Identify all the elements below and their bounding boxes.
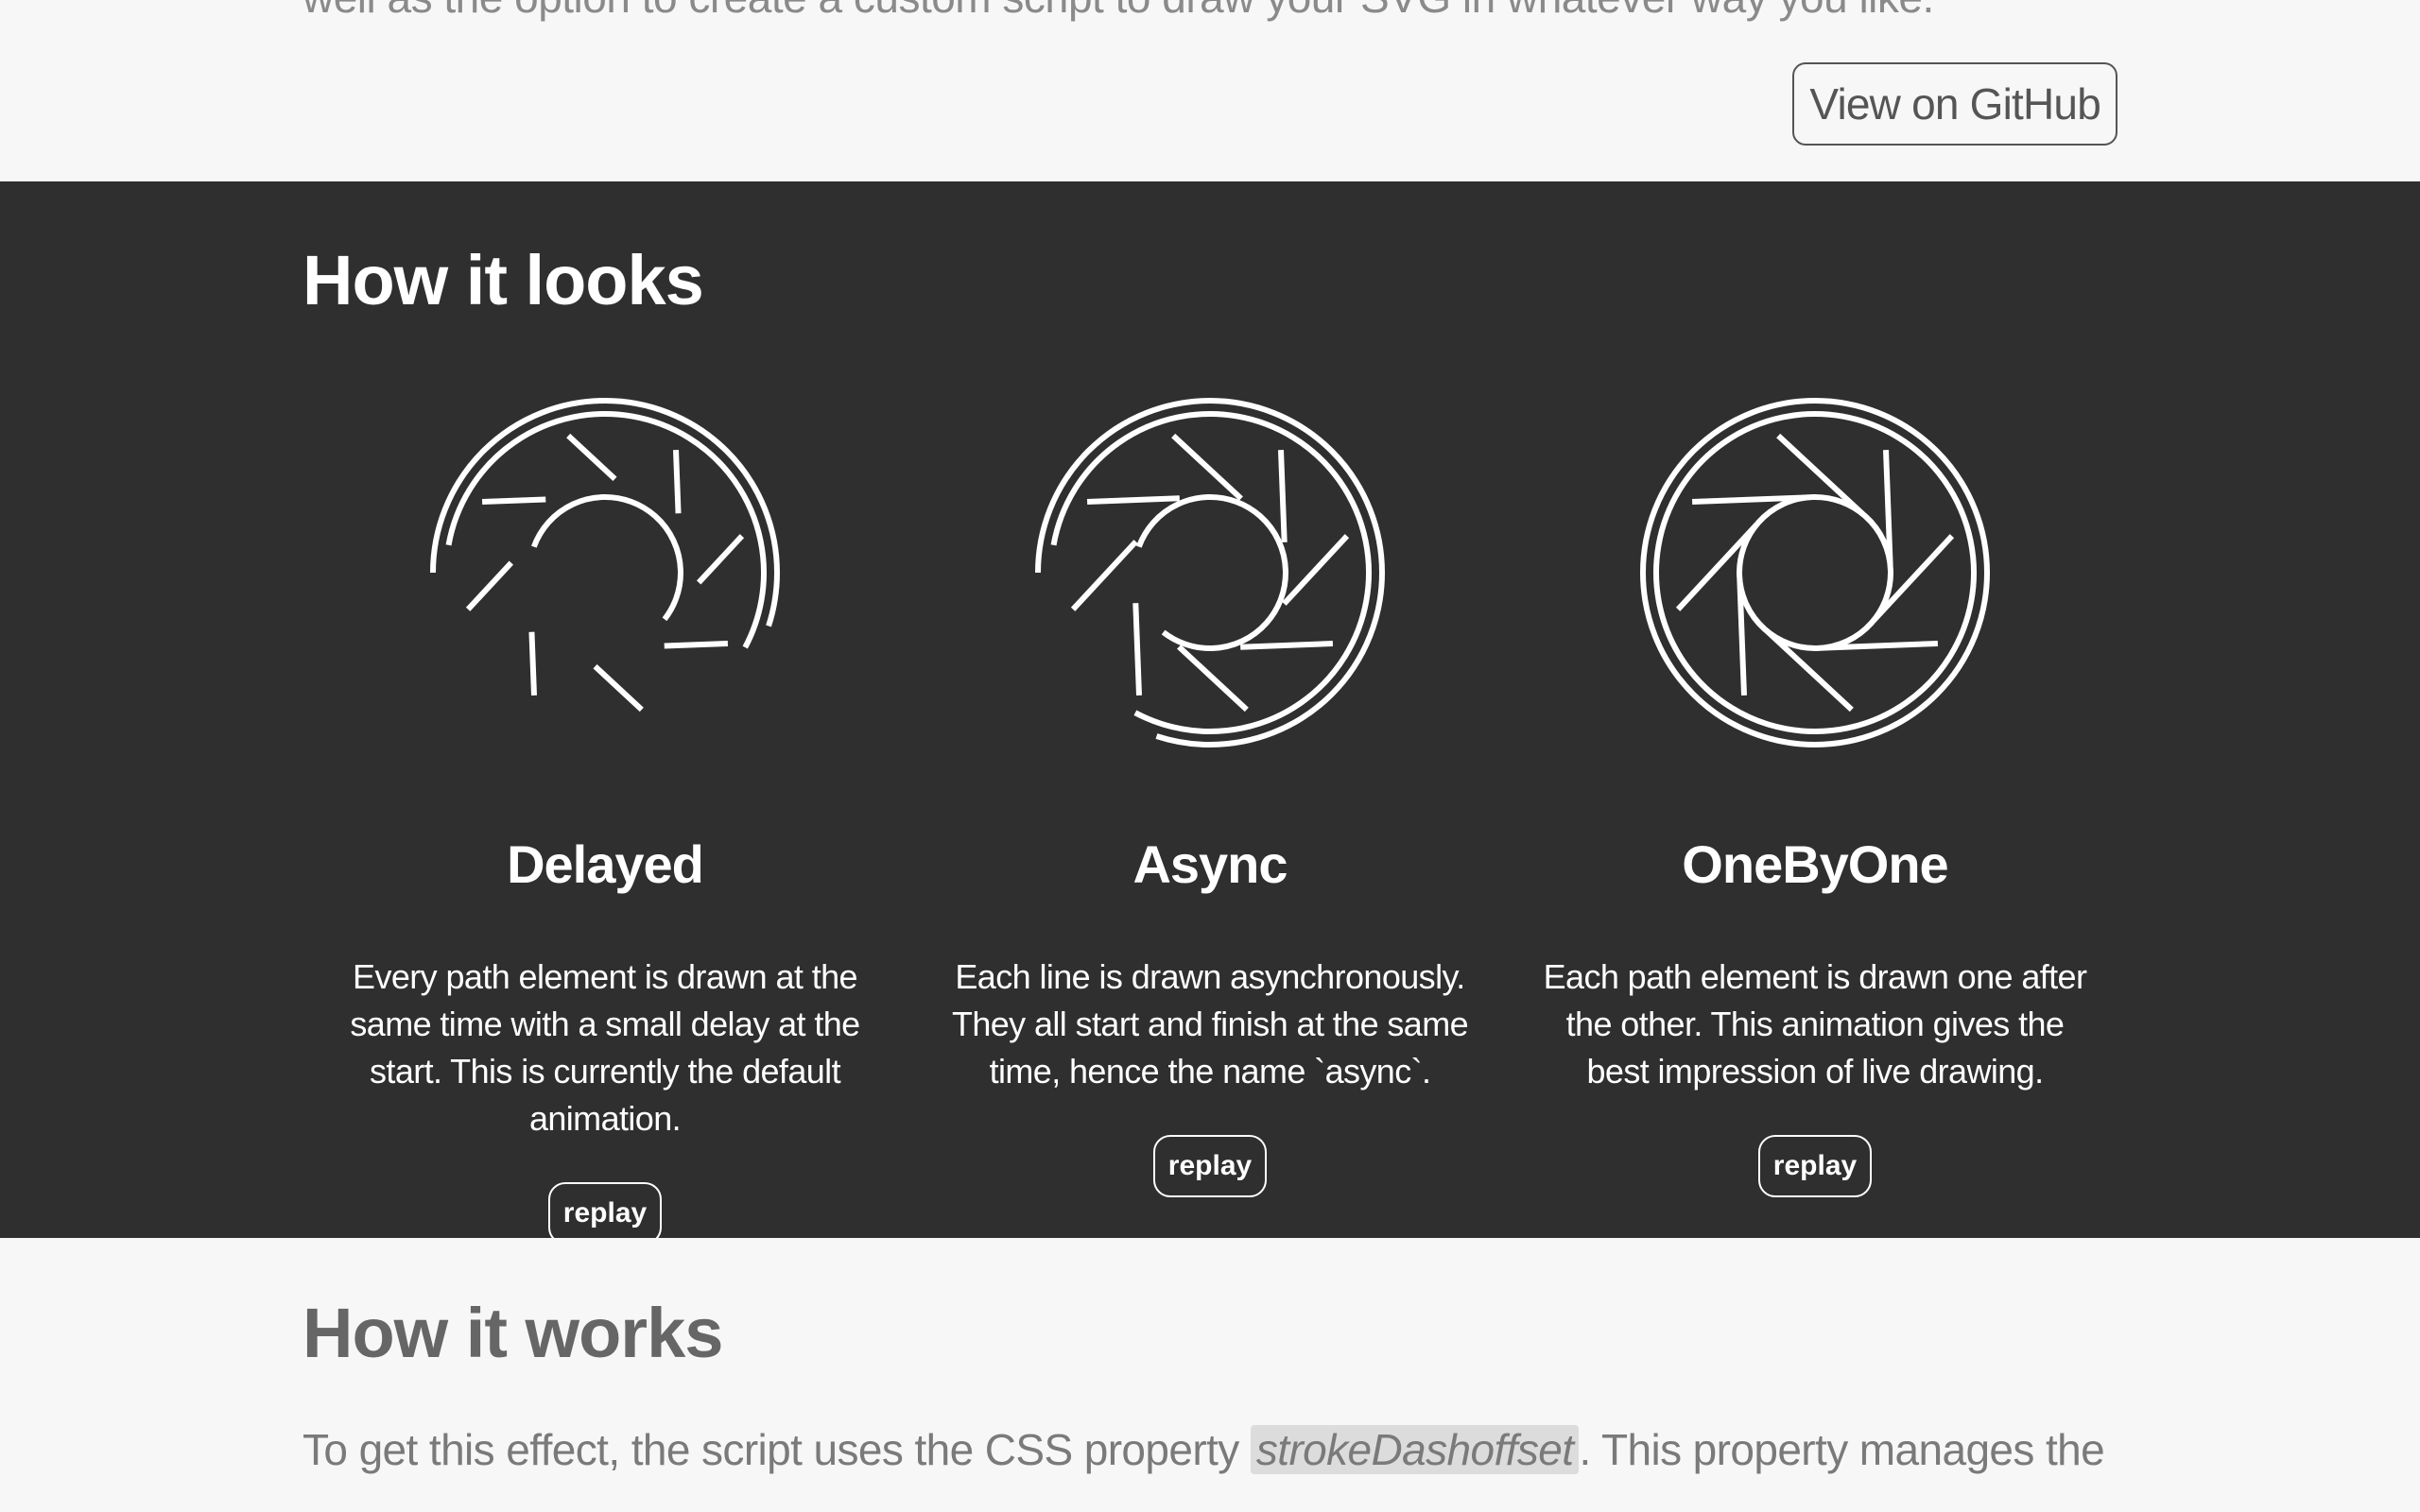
intro-section: well as the option to create a custom sc… xyxy=(0,0,2420,181)
text-before: To get this effect, the script uses the … xyxy=(302,1425,1251,1474)
demo-async: Async Each line is drawn asynchronously.… xyxy=(908,393,1512,1197)
demo-title: Delayed xyxy=(507,834,704,894)
aperture-ring xyxy=(1035,398,1385,747)
demo-onebyone: OneByOne Each path element is drawn one … xyxy=(1512,393,2118,1197)
aperture-inner xyxy=(1737,494,1894,651)
replay-button-delayed[interactable]: replay xyxy=(547,1182,663,1245)
view-on-github-button[interactable]: View on GitHub xyxy=(1792,62,2118,146)
aperture-ring xyxy=(430,398,780,747)
intro-text: well as the option to create a custom sc… xyxy=(302,0,1934,23)
section-heading: How it works xyxy=(302,1294,723,1372)
demo-title: OneByOne xyxy=(1682,834,1948,894)
aperture-ring xyxy=(1048,411,1372,734)
replay-button-onebyone[interactable]: replay xyxy=(1757,1135,1873,1197)
camera-aperture-icon xyxy=(1640,398,1990,747)
replay-button-async[interactable]: replay xyxy=(1152,1135,1268,1197)
demo-description: Every path element is drawn at the same … xyxy=(350,957,860,1138)
aperture-inner xyxy=(527,494,683,651)
text-after: . This property manages the xyxy=(1579,1425,2105,1474)
aperture-inner xyxy=(1132,494,1289,651)
demo-title: Async xyxy=(1132,834,1288,894)
how-it-works-section: How it works To get this effect, the scr… xyxy=(0,1238,2420,1512)
demo-description: Each line is drawn asynchronously. They … xyxy=(951,957,1469,1091)
camera-aperture-icon xyxy=(430,398,780,747)
how-it-works-text: To get this effect, the script uses the … xyxy=(302,1419,2118,1480)
aperture-blade xyxy=(1070,523,1154,611)
section-heading: How it looks xyxy=(302,241,704,319)
demo-description: Each path element is drawn one after the… xyxy=(1543,957,2087,1091)
aperture-ring xyxy=(443,411,767,734)
aperture-ring xyxy=(1652,411,1977,734)
aperture-blade xyxy=(465,523,549,611)
inline-code: strokeDashoffset xyxy=(1250,1425,1580,1474)
aperture-blade xyxy=(1132,579,1142,696)
aperture-ring xyxy=(1640,398,1990,747)
aperture-blade xyxy=(555,628,644,713)
demo-delayed: Delayed Every path element is drawn at t… xyxy=(302,393,908,1245)
how-it-looks-section: How it looks Delayed Every path element … xyxy=(0,181,2420,1245)
aperture-blade xyxy=(612,641,729,651)
camera-aperture-icon xyxy=(1035,398,1385,747)
aperture-blade xyxy=(527,579,537,696)
